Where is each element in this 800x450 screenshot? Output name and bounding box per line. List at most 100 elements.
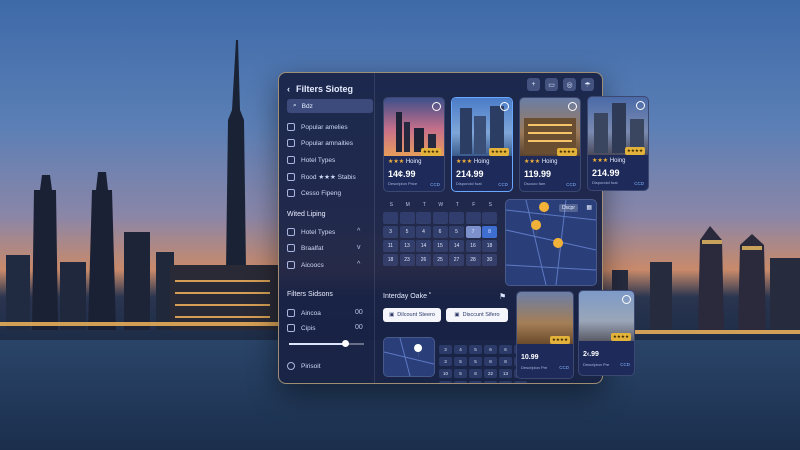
- back-chevron-icon[interactable]: ‹: [287, 84, 290, 94]
- calendar-day[interactable]: 14: [416, 240, 431, 252]
- favorite-icon[interactable]: [432, 102, 441, 111]
- footer-item[interactable]: Pirisoit: [287, 362, 321, 370]
- mini-calendar-day[interactable]: 8: [469, 381, 482, 383]
- discount-steero-button[interactable]: ▣ Dilcount Steero: [383, 308, 441, 322]
- hotel-price: 214.99: [456, 169, 484, 179]
- mini-calendar-day[interactable]: 5: [454, 369, 467, 378]
- nav-item-cesso-fipeng[interactable]: Cesso Fipeng: [287, 189, 341, 197]
- calendar-day[interactable]: 16: [465, 240, 481, 252]
- calendar-day[interactable]: 11: [383, 240, 398, 252]
- mini-calendar-day[interactable]: 22: [484, 369, 497, 378]
- calendar-day[interactable]: 7: [465, 226, 481, 238]
- mini-calendar-day[interactable]: 5: [469, 345, 482, 354]
- calendar-day[interactable]: 3: [383, 226, 398, 238]
- filter-hotel-types[interactable]: Hotel Types: [287, 228, 335, 236]
- plus-icon[interactable]: +: [527, 78, 540, 91]
- map-layers-icon[interactable]: ▦: [586, 204, 592, 211]
- nav-item-popular-amelies[interactable]: Popular amelies: [287, 123, 348, 131]
- hotel-tag: CCD: [559, 365, 569, 370]
- calendar-day[interactable]: 5: [449, 226, 464, 238]
- mini-calendar-day[interactable]: 8: [484, 357, 497, 366]
- title-bar: ‹ Filters Sioteg: [287, 81, 353, 97]
- mini-calendar-day[interactable]: 13: [499, 369, 512, 378]
- favorite-icon[interactable]: [622, 295, 631, 304]
- hotel-card[interactable]: ★★★★ ★★★ Hoing 119.99 Dscooo fam CCD: [519, 97, 581, 192]
- calendar-day[interactable]: 25: [432, 254, 448, 266]
- calendar-day[interactable]: [449, 212, 464, 224]
- window-icon[interactable]: ▭: [545, 78, 558, 91]
- mini-calendar-day[interactable]: 8: [499, 357, 512, 366]
- mini-calendar-day[interactable]: 5: [469, 357, 482, 366]
- mini-calendar-day[interactable]: 10: [439, 369, 452, 378]
- chevron-up-icon[interactable]: ^: [357, 261, 360, 268]
- mini-calendar-day[interactable]: 6: [499, 345, 512, 354]
- hotel-card-floating[interactable]: ★★★★ ★★★ Hoing 214.99 Dispondol fuat CCD: [587, 96, 649, 191]
- nav-label: Popular amelies: [301, 123, 348, 131]
- nav-item-rood-stabis[interactable]: Rood ★★★ Stabis: [287, 173, 356, 181]
- hotel-card[interactable]: ★★★★ ★★★ Hoing 214.99 Dispondol fuat CCD: [451, 97, 513, 192]
- calendar-day[interactable]: [432, 212, 448, 224]
- nav-item-popular-amnaities[interactable]: Popular amnaities: [287, 139, 353, 147]
- discount-sifero-button[interactable]: ▣ Disccunt Sifero: [446, 308, 508, 322]
- search-value: Bdz: [301, 102, 313, 110]
- slider-knob[interactable]: [341, 340, 349, 347]
- camera-icon[interactable]: ◎: [563, 78, 576, 91]
- nav-label: Cesso Fipeng: [301, 189, 342, 197]
- calendar-day[interactable]: 27: [449, 254, 464, 266]
- bookmark-icon[interactable]: ⚑: [499, 292, 506, 301]
- hotel-card-small[interactable]: ★★★★ 2‹.99 Descripion Pre CCD: [578, 290, 635, 376]
- calendar-day[interactable]: 14: [449, 240, 464, 252]
- filter-aincoa[interactable]: Aincoa: [287, 309, 321, 317]
- favorite-icon[interactable]: [636, 101, 645, 110]
- filter-braalfat[interactable]: Braalfat: [287, 244, 323, 252]
- mini-calendar-day[interactable]: 20: [439, 381, 452, 383]
- calendar-day[interactable]: 8: [482, 226, 497, 238]
- calendar-day[interactable]: [416, 212, 431, 224]
- weekday-label: S: [488, 202, 492, 208]
- mini-calendar-day[interactable]: 4: [454, 345, 467, 354]
- weekday-label: T: [422, 202, 426, 208]
- map-view[interactable]: Dscpr ▦: [505, 199, 597, 286]
- calendar-day[interactable]: [383, 212, 398, 224]
- calendar-day[interactable]: [465, 212, 481, 224]
- mini-calendar-day[interactable]: 8: [469, 369, 482, 378]
- calendar-day[interactable]: 18: [383, 254, 398, 266]
- mini-calendar-day[interactable]: 6: [484, 345, 497, 354]
- favorite-icon[interactable]: [500, 102, 509, 111]
- mini-calendar-day[interactable]: 25: [514, 381, 527, 383]
- calendar-day[interactable]: 4: [416, 226, 431, 238]
- filter-cipis[interactable]: Cipis: [287, 324, 315, 332]
- nav-item-hotel-types[interactable]: Hotel Types: [287, 156, 335, 164]
- mini-calendar-day[interactable]: 3: [439, 357, 452, 366]
- calendar-day[interactable]: 6: [432, 226, 448, 238]
- calendar-day[interactable]: [399, 212, 415, 224]
- umbrella-icon[interactable]: ☂: [581, 78, 594, 91]
- mini-map[interactable]: [383, 337, 435, 377]
- mini-calendar-day[interactable]: 23: [484, 381, 497, 383]
- filter-aicoocs[interactable]: Aicoocs: [287, 261, 324, 269]
- calendar-day[interactable]: 26: [416, 254, 431, 266]
- star-rating: ★★★: [524, 159, 541, 165]
- hotel-card[interactable]: ★★★★ ★★★ Hoing 14¢.99 Descripion Price C…: [383, 97, 445, 192]
- search-input[interactable]: ⌕ Bdz: [287, 99, 373, 113]
- calendar-day[interactable]: 5: [399, 226, 415, 238]
- calendar-day[interactable]: [482, 212, 497, 224]
- calendar-day[interactable]: 30: [482, 254, 497, 266]
- mini-calendar-day[interactable]: 7: [454, 381, 467, 383]
- hotel-card-small[interactable]: ★★★★ 10.99 Descripion Pre CCD: [516, 291, 574, 379]
- section-title: Filters Sidsons: [287, 291, 333, 298]
- chevron-up-icon[interactable]: ^: [357, 228, 360, 235]
- calendar-day[interactable]: 15: [432, 240, 448, 252]
- mini-calendar-day[interactable]: 24: [499, 381, 512, 383]
- price-slider[interactable]: [289, 340, 364, 347]
- hotel-price: 214.99: [592, 168, 620, 178]
- mini-calendar-day[interactable]: 3: [439, 345, 452, 354]
- hotel-tag: CCD: [634, 181, 644, 186]
- chevron-down-icon[interactable]: v: [357, 244, 361, 251]
- favorite-icon[interactable]: [568, 102, 577, 111]
- calendar-day[interactable]: 13: [399, 240, 415, 252]
- calendar-day[interactable]: 28: [465, 254, 481, 266]
- mini-calendar-day[interactable]: 5: [454, 357, 467, 366]
- calendar-day[interactable]: 18: [482, 240, 497, 252]
- calendar-day[interactable]: 23: [399, 254, 415, 266]
